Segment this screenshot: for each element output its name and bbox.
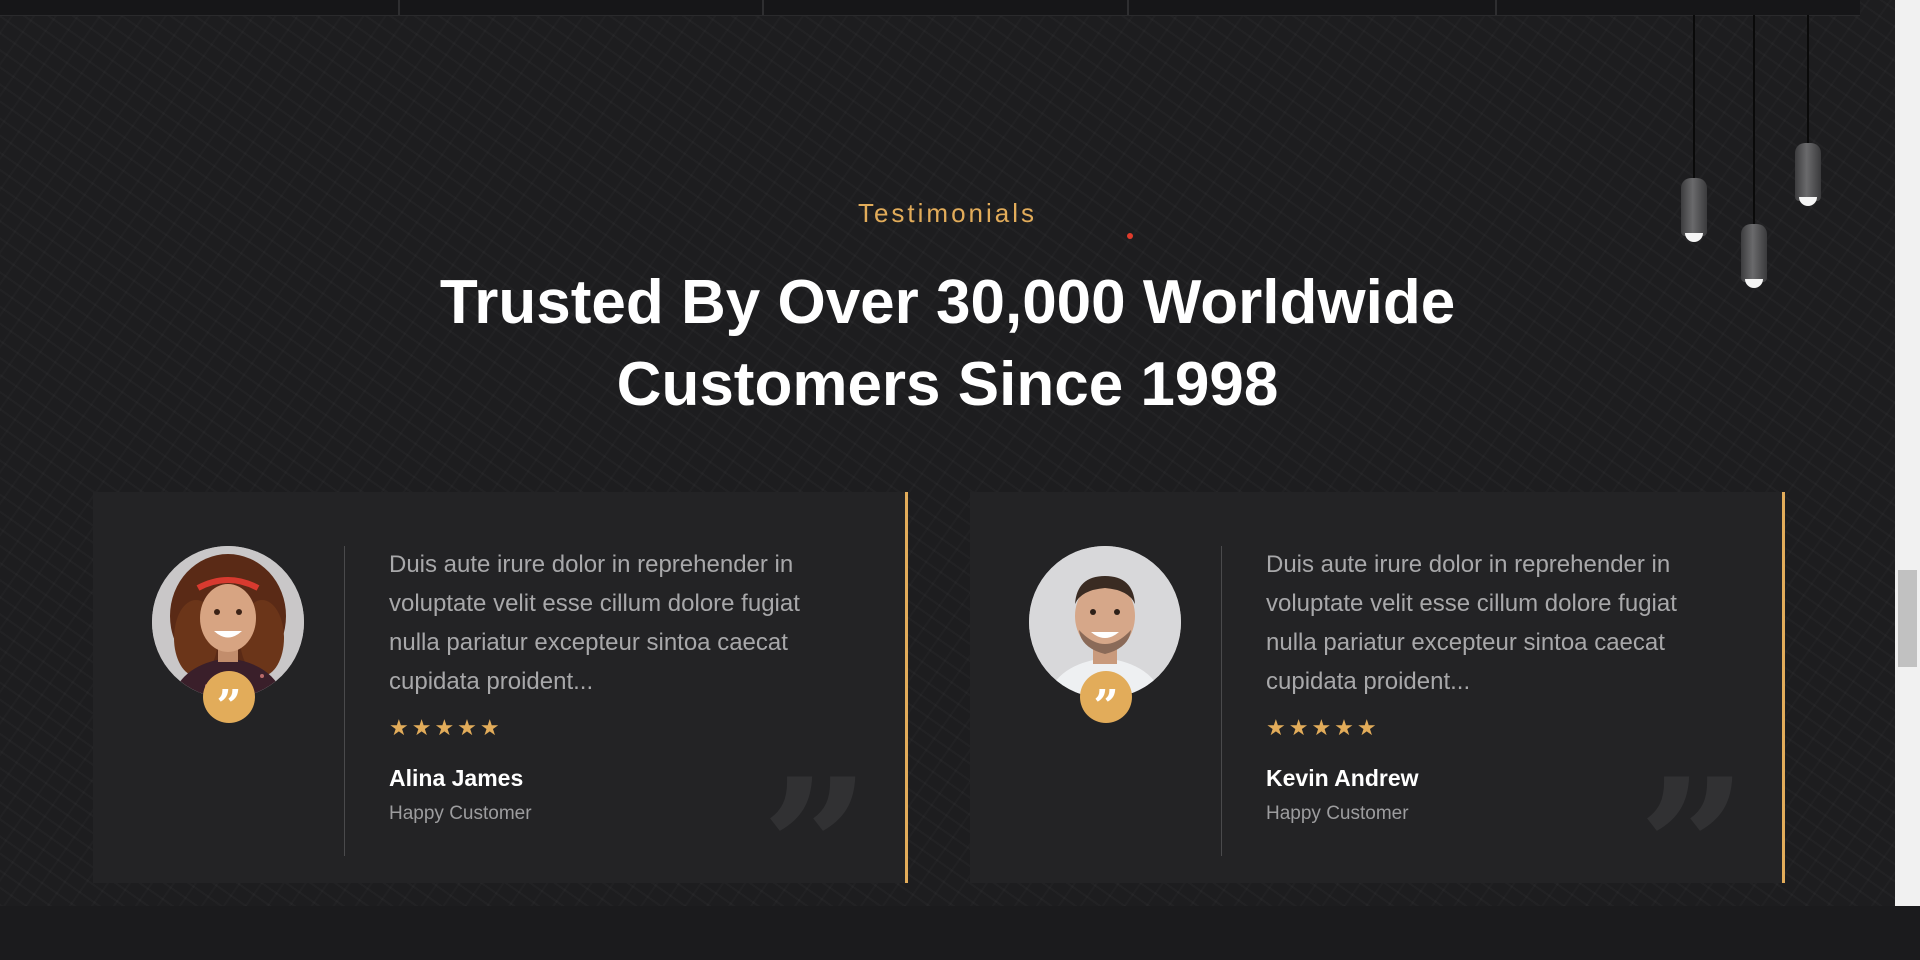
lamp-cord xyxy=(1693,15,1695,180)
customer-name: Alina James xyxy=(389,765,524,791)
strip-divider xyxy=(1495,0,1497,15)
testimonial-quote: Duis aute irure dolor in reprehender in … xyxy=(1266,551,1677,695)
avatar-wrap: ” xyxy=(152,546,304,732)
strip-divider xyxy=(762,0,764,15)
star-rating: ★★★★★ xyxy=(389,715,503,740)
star-rating: ★★★★★ xyxy=(1266,715,1380,740)
scrollbar-thumb[interactable] xyxy=(1898,570,1917,667)
section-headline: Trusted By Over 30,000 Worldwide Custome… xyxy=(0,262,1895,426)
customer-role: Happy Customer xyxy=(1266,803,1409,824)
decor-dot xyxy=(1127,233,1133,239)
testimonial-quote: Duis aute irure dolor in reprehender in … xyxy=(389,551,800,695)
avatar-wrap: ” xyxy=(1029,546,1181,732)
customer-role: Happy Customer xyxy=(389,803,532,824)
lamp-cord xyxy=(1753,15,1755,227)
scrollbar-track[interactable] xyxy=(1895,0,1920,906)
big-quote-icon: ” xyxy=(1638,737,1748,960)
section-subtitle: Testimonials xyxy=(857,198,1038,228)
strip-divider xyxy=(398,0,400,15)
customer-name: Kevin Andrew xyxy=(1266,765,1419,791)
quote-icon: ” xyxy=(1080,671,1132,732)
big-quote-icon: ” xyxy=(761,737,871,960)
headline-line-1: Trusted By Over 30,000 Worldwide xyxy=(439,268,1456,337)
headline-line-2: Customers Since 1998 xyxy=(616,350,1279,419)
testimonial-card: ” Duis aute irure dolor in reprehender i… xyxy=(93,492,908,944)
lamp-cord xyxy=(1807,15,1809,145)
strip-divider xyxy=(1127,0,1129,15)
pendant-lamp-icon xyxy=(1795,143,1821,201)
card-divider xyxy=(344,546,345,856)
top-strip xyxy=(0,0,1860,16)
card-divider xyxy=(1221,546,1222,856)
quote-icon: ” xyxy=(203,671,255,732)
testimonial-card: ” Duis aute irure dolor in reprehender i… xyxy=(970,492,1785,944)
